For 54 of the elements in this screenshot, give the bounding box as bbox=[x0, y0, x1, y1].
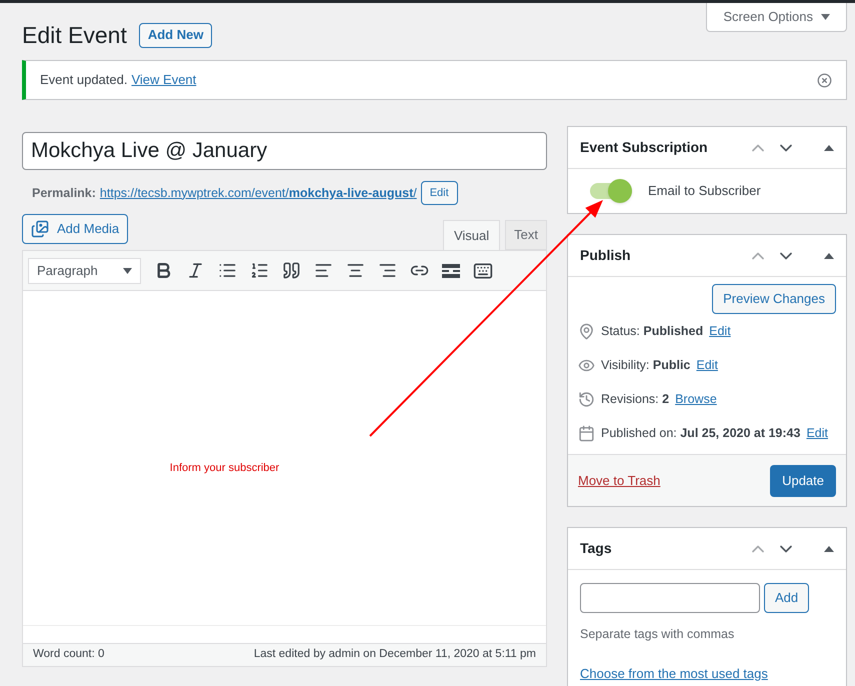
format-dropdown[interactable]: Paragraph bbox=[28, 258, 141, 284]
publish-info-text: Visibility: Public bbox=[601, 356, 690, 374]
collapse-triangle-icon[interactable] bbox=[824, 144, 834, 150]
permalink-url-link[interactable]: https://tecsb.mywptrek.com/event/mokchya-live-august/ bbox=[100, 184, 417, 202]
permalink-edit-button[interactable]: Edit bbox=[420, 181, 458, 205]
publish-info-link[interactable]: Edit bbox=[696, 356, 718, 374]
revisions-icon bbox=[578, 390, 595, 408]
publish-info-link[interactable]: Edit bbox=[709, 322, 731, 340]
align-right-icon[interactable] bbox=[378, 261, 397, 280]
tags-hint: Separate tags with commas bbox=[579, 626, 736, 643]
bulleted-list-icon[interactable] bbox=[218, 261, 237, 280]
publish-info-text: Published on: Jul 25, 2020 at 19:43 bbox=[601, 424, 800, 442]
annotation-text: Inform your subscriber bbox=[170, 460, 280, 476]
move-to-trash-link[interactable]: Move to Trash bbox=[578, 470, 660, 490]
toolbar-toggle-icon[interactable] bbox=[473, 260, 493, 280]
dismiss-icon[interactable] bbox=[817, 72, 832, 88]
publish-info-link[interactable]: Edit bbox=[806, 424, 828, 442]
update-button[interactable]: Update bbox=[770, 464, 836, 496]
collapse-triangle-icon[interactable] bbox=[824, 252, 834, 258]
italic-icon[interactable] bbox=[186, 261, 205, 280]
notice-text: Event updated. bbox=[40, 71, 128, 90]
date-icon bbox=[578, 424, 595, 442]
status-icon bbox=[578, 322, 595, 340]
screen-options-button[interactable]: Screen Options bbox=[706, 3, 847, 32]
add-media-button[interactable]: Add Media bbox=[22, 214, 128, 244]
collapse-triangle-icon[interactable] bbox=[824, 546, 834, 552]
view-event-link[interactable]: View Event bbox=[131, 70, 196, 90]
tag-input-field[interactable] bbox=[580, 583, 760, 613]
publish-info-text: Status: Published bbox=[601, 322, 704, 340]
word-count: Word count: 0 bbox=[33, 647, 104, 662]
preview-changes-button[interactable]: Preview Changes bbox=[712, 284, 836, 314]
align-left-icon[interactable] bbox=[314, 261, 333, 280]
publish-info-link[interactable]: Browse bbox=[675, 390, 717, 408]
align-center-icon[interactable] bbox=[346, 261, 365, 280]
editor-tab[interactable]: Text bbox=[505, 220, 547, 250]
box-title: Tags bbox=[580, 539, 612, 558]
dropdown-triangle-icon bbox=[123, 268, 132, 274]
last-edited-text: Last edited by admin on December 11, 2020 at 5:11 pm bbox=[254, 647, 536, 662]
page-title: Edit Event bbox=[22, 20, 127, 50]
editor-tab[interactable]: Visual bbox=[442, 220, 500, 250]
quote-icon[interactable] bbox=[282, 261, 301, 280]
publish-info-text: Revisions: 2 bbox=[601, 390, 670, 408]
title-field[interactable]: Mokchya Live @ January bbox=[22, 132, 547, 170]
toggle-label: Email to Subscriber bbox=[648, 182, 761, 200]
permalink-label: Permalink: bbox=[32, 184, 96, 202]
read-more-icon[interactable] bbox=[442, 264, 460, 278]
add-tag-button[interactable]: Add bbox=[764, 583, 810, 613]
most-used-tags-link[interactable]: Choose from the most used tags bbox=[568, 644, 846, 684]
dropdown-triangle-icon bbox=[821, 14, 830, 20]
numbered-list-icon[interactable] bbox=[250, 261, 269, 280]
add-new-button[interactable]: Add New bbox=[138, 22, 212, 48]
box-title: Publish bbox=[580, 246, 631, 265]
box-title: Event Subscription bbox=[580, 138, 708, 157]
media-icon bbox=[31, 220, 49, 238]
